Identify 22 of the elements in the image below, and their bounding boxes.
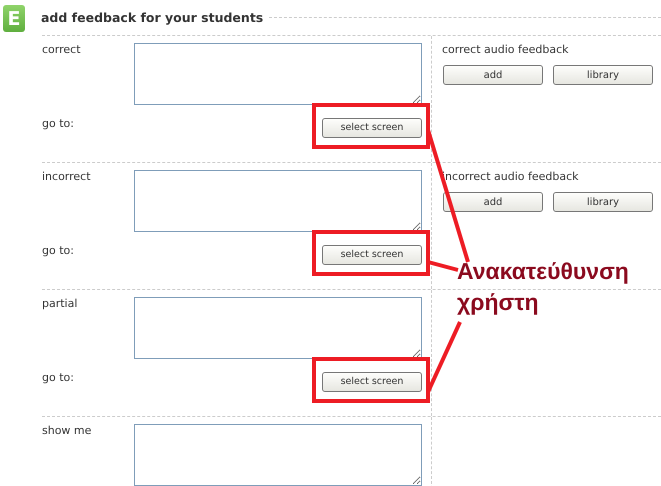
select-screen-button[interactable]: select screen — [322, 244, 422, 264]
audio-button[interactable]: library — [553, 65, 653, 85]
feedback-textarea[interactable] — [134, 424, 422, 486]
feedback-textarea[interactable] — [134, 43, 422, 105]
annotation-text: Ανακατεύθυνση χρήστη — [457, 257, 630, 317]
audio-button[interactable]: add — [443, 65, 543, 85]
field-label: partial — [42, 297, 78, 311]
section-title: add feedback for your students — [41, 10, 264, 25]
field-label: incorrect — [42, 170, 92, 184]
field-label: show me — [42, 424, 92, 438]
feedback-textarea[interactable] — [134, 170, 422, 232]
select-screen-button[interactable]: select screen — [322, 372, 422, 392]
audio-button[interactable]: add — [443, 192, 543, 212]
feedback-textarea[interactable] — [134, 297, 422, 359]
audio-button[interactable]: library — [553, 192, 653, 212]
select-screen-button[interactable]: select screen — [322, 118, 422, 138]
goto-label: go to: — [42, 117, 75, 131]
field-label: correct — [42, 43, 82, 57]
goto-label: go to: — [42, 244, 75, 258]
goto-label: go to: — [42, 371, 75, 385]
section-badge: E — [3, 5, 25, 32]
audio-label: correct audio feedback — [442, 43, 570, 57]
